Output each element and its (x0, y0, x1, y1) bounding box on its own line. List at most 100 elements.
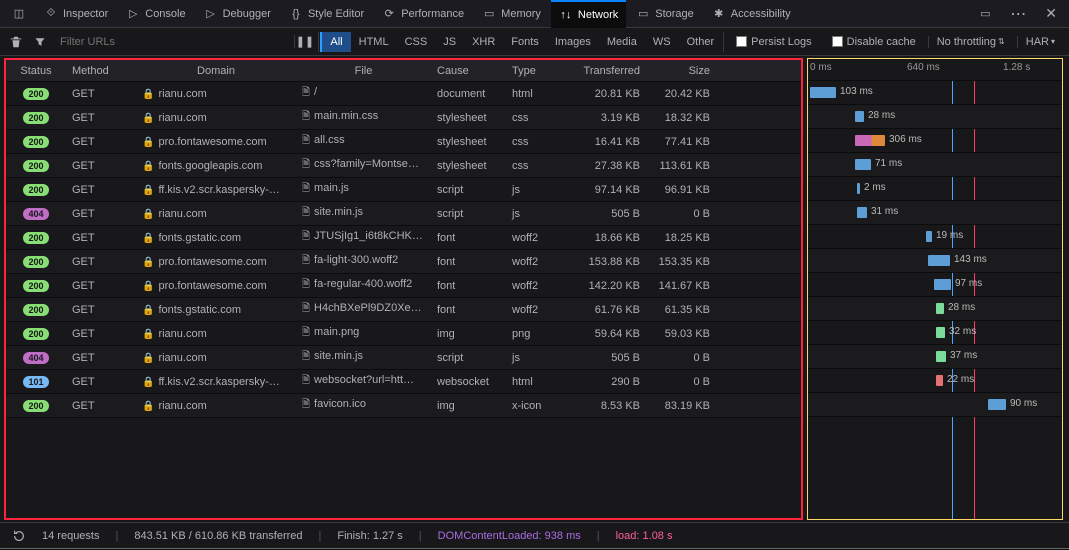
status-badge: 200 (23, 280, 49, 292)
col-method[interactable]: Method (66, 65, 136, 77)
lock-icon: 🔒 (142, 329, 154, 340)
sb-transfer: 843.51 KB / 610.86 KB transferred (134, 530, 302, 542)
tab-console[interactable]: ▷Console (118, 0, 193, 28)
waterfall-row[interactable]: 22 ms (808, 369, 1062, 393)
waterfall-body: 103 ms28 ms306 ms71 ms2 ms31 ms19 ms143 … (808, 81, 1062, 519)
pause-icon[interactable]: ❚❚ (294, 35, 314, 48)
tab-performance[interactable]: ⟳Performance (374, 0, 472, 28)
lock-icon: 🔒 (142, 89, 154, 100)
waterfall-row[interactable]: 28 ms (808, 105, 1062, 129)
timing-label: 90 ms (1010, 398, 1037, 409)
col-status[interactable]: Status (6, 65, 66, 77)
status-badge: 200 (23, 400, 49, 412)
refresh-icon[interactable] (12, 529, 26, 543)
sb-load: load: 1.08 s (616, 530, 673, 542)
timing-bar (926, 231, 932, 242)
file-icon: 🗎 (302, 159, 310, 170)
waterfall-row[interactable]: 2 ms (808, 177, 1062, 201)
filter-input[interactable]: Filter URLs (54, 36, 121, 48)
trash-icon[interactable] (6, 35, 26, 49)
table-row[interactable]: 200GET🔒rianu.com🗎main.min.cssstylesheetc… (6, 106, 801, 130)
waterfall-row[interactable]: 32 ms (808, 321, 1062, 345)
har-menu[interactable]: HAR ▾ (1017, 36, 1063, 48)
lock-icon: 🔒 (142, 257, 154, 268)
updown-icon: ⇅ (998, 37, 1005, 46)
col-domain[interactable]: Domain (136, 65, 296, 77)
timing-label: 32 ms (949, 326, 976, 337)
waterfall-row[interactable]: 143 ms (808, 249, 1062, 273)
throttling-select[interactable]: No throttling ⇅ (928, 36, 1013, 48)
devtools-tabbar: ◫ ⟐Inspector▷Console▷Debugger{}Style Edi… (0, 0, 1069, 28)
table-row[interactable]: 200GET🔒fonts.googleapis.com🗎css?family=M… (6, 154, 801, 178)
tab-style-editor[interactable]: {}Style Editor (281, 0, 372, 28)
sb-requests: 14 requests (42, 530, 99, 542)
col-type[interactable]: Type (506, 65, 566, 77)
persist-logs-checkbox[interactable]: Persist Logs (728, 36, 820, 48)
col-size[interactable]: Size (646, 65, 726, 77)
tab-memory[interactable]: ▭Memory (474, 0, 549, 28)
table-row[interactable]: 200GET🔒rianu.com🗎main.pngimgpng59.64 KB5… (6, 322, 801, 346)
table-row[interactable]: 200GET🔒rianu.com🗎/documenthtml20.81 KB20… (6, 82, 801, 106)
disable-cache-checkbox[interactable]: Disable cache (824, 36, 924, 48)
waterfall-row[interactable]: 71 ms (808, 153, 1062, 177)
close-icon[interactable]: ✕ (1037, 5, 1065, 22)
table-row[interactable]: 404GET🔒rianu.com🗎site.min.jsscriptjs505 … (6, 202, 801, 226)
waterfall-row[interactable]: 103 ms (808, 81, 1062, 105)
waterfall-row[interactable]: 37 ms (808, 345, 1062, 369)
timing-bar (936, 351, 946, 362)
filter-js[interactable]: JS (435, 32, 464, 52)
filter-media[interactable]: Media (599, 32, 645, 52)
col-cause[interactable]: Cause (431, 65, 506, 77)
network-icon: ↑↓ (559, 8, 573, 22)
waterfall-row[interactable]: 28 ms (808, 297, 1062, 321)
table-row[interactable]: 200GET🔒fonts.gstatic.com🗎JTUSjIg1_i6t8kC… (6, 226, 801, 250)
table-row[interactable]: 200GET🔒ff.kis.v2.scr.kaspersky-…🗎main.js… (6, 178, 801, 202)
status-badge: 404 (23, 208, 49, 220)
waterfall-panel: 0 ms640 ms1.28 s 103 ms28 ms306 ms71 ms2… (807, 58, 1063, 520)
table-row[interactable]: 404GET🔒rianu.com🗎site.min.jsscriptjs505 … (6, 346, 801, 370)
file-icon: 🗎 (302, 303, 310, 314)
file-icon: 🗎 (302, 111, 310, 122)
filter-all[interactable]: All (320, 32, 350, 52)
timeline-tick: 0 ms (810, 62, 832, 73)
status-badge: 200 (23, 304, 49, 316)
filter-fonts[interactable]: Fonts (503, 32, 547, 52)
kebab-menu-icon[interactable]: ⋯ (1002, 4, 1035, 24)
console-icon: ▷ (126, 7, 140, 21)
tab-network[interactable]: ↑↓Network (551, 0, 626, 28)
type-filter-bar: AllHTMLCSSJSXHRFontsImagesMediaWSOther (318, 32, 724, 52)
table-row[interactable]: 200GET🔒pro.fontawesome.com🗎fa-light-300.… (6, 250, 801, 274)
filter-other[interactable]: Other (679, 32, 723, 52)
waterfall-row[interactable]: 31 ms (808, 201, 1062, 225)
waterfall-row[interactable]: 306 ms (808, 129, 1062, 153)
responsive-icon[interactable]: ▭ (970, 0, 1000, 28)
status-badge: 200 (23, 184, 49, 196)
table-row[interactable]: 200GET🔒pro.fontawesome.com🗎all.cssstyles… (6, 130, 801, 154)
waterfall-header: 0 ms640 ms1.28 s (808, 59, 1062, 81)
status-badge: 200 (23, 232, 49, 244)
filter-html[interactable]: HTML (351, 32, 397, 52)
table-row[interactable]: 101GET🔒ff.kis.v2.scr.kaspersky-…🗎websock… (6, 370, 801, 394)
table-row[interactable]: 200GET🔒rianu.com🗎favicon.icoimgx-icon8.5… (6, 394, 801, 418)
table-row[interactable]: 200GET🔒fonts.gstatic.com🗎H4chBXePl9DZ0Xe… (6, 298, 801, 322)
col-file[interactable]: File (296, 65, 431, 77)
table-row[interactable]: 200GET🔒pro.fontawesome.com🗎fa-regular-40… (6, 274, 801, 298)
funnel-icon[interactable] (30, 36, 50, 48)
filter-xhr[interactable]: XHR (464, 32, 503, 52)
waterfall-row[interactable]: 19 ms (808, 225, 1062, 249)
lock-icon: 🔒 (142, 209, 154, 220)
storage-icon: ▭ (636, 7, 650, 21)
filter-ws[interactable]: WS (645, 32, 679, 52)
waterfall-row[interactable]: 90 ms (808, 393, 1062, 417)
filter-images[interactable]: Images (547, 32, 599, 52)
tab-accessibility[interactable]: ✱Accessibility (704, 0, 799, 28)
col-transferred[interactable]: Transferred (566, 65, 646, 77)
iframe-picker-icon[interactable]: ◫ (4, 0, 34, 28)
timing-bar (934, 279, 951, 290)
timing-label: 31 ms (871, 206, 898, 217)
tab-debugger[interactable]: ▷Debugger (196, 0, 279, 28)
filter-css[interactable]: CSS (397, 32, 436, 52)
tab-storage[interactable]: ▭Storage (628, 0, 702, 28)
tab-inspector[interactable]: ⟐Inspector (36, 0, 116, 28)
waterfall-row[interactable]: 97 ms (808, 273, 1062, 297)
